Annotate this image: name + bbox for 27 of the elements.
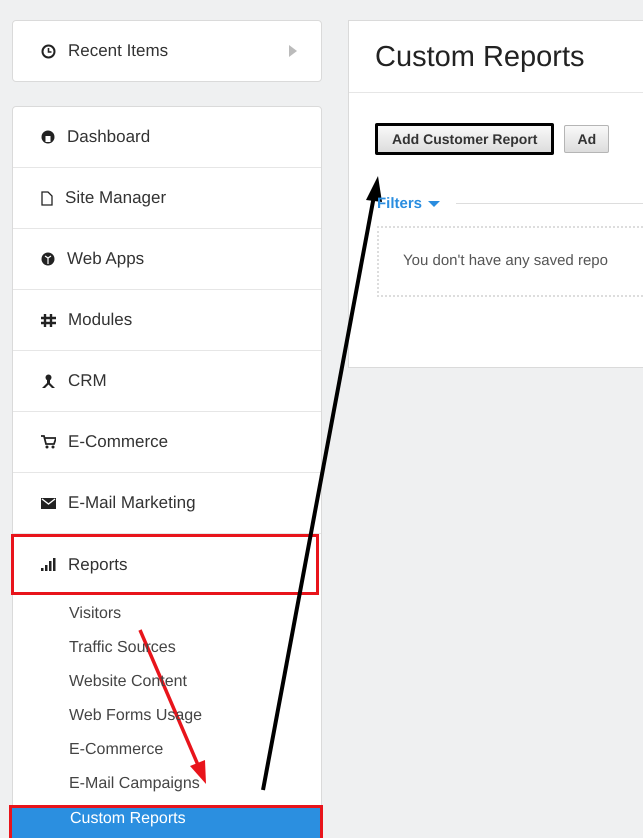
gauge-icon	[41, 130, 55, 144]
sidebar-item[interactable]: E-Commerce	[13, 412, 321, 473]
sidebar-item[interactable]: CRM	[13, 351, 321, 412]
sidebar-item[interactable]: Site Manager	[13, 168, 321, 229]
sidebar-subitem[interactable]: E-Mail Campaigns	[13, 767, 321, 801]
sidebar-item[interactable]: Modules	[13, 290, 321, 351]
add-button[interactable]: Ad	[564, 125, 610, 153]
page-icon	[41, 190, 53, 206]
filters-link[interactable]: Filters	[377, 195, 440, 212]
sidebar-subitem[interactable]: E-Commerce	[13, 733, 321, 767]
globe-icon	[41, 252, 55, 266]
sidebar-item[interactable]: Reports	[11, 534, 319, 595]
page-title: Custom Reports	[349, 21, 643, 93]
cart-icon	[41, 435, 56, 449]
clock-icon	[41, 44, 56, 58]
add-button[interactable]: Add Customer Report	[375, 123, 554, 155]
person-icon	[41, 374, 56, 388]
grid-icon	[41, 314, 56, 326]
bar-chart-icon	[41, 558, 56, 571]
sidebar-item[interactable]: Dashboard	[13, 107, 321, 168]
empty-message: You don't have any saved repo	[377, 226, 643, 297]
recent-items-button[interactable]: Recent Items	[12, 20, 322, 82]
sidebar-item[interactable]: E-Mail Marketing	[13, 473, 321, 534]
sidebar-subitem[interactable]: Visitors	[13, 597, 321, 631]
sidebar-item[interactable]: Web Apps	[13, 229, 321, 290]
envelope-icon	[41, 498, 56, 508]
chevron-right-icon	[289, 45, 297, 57]
